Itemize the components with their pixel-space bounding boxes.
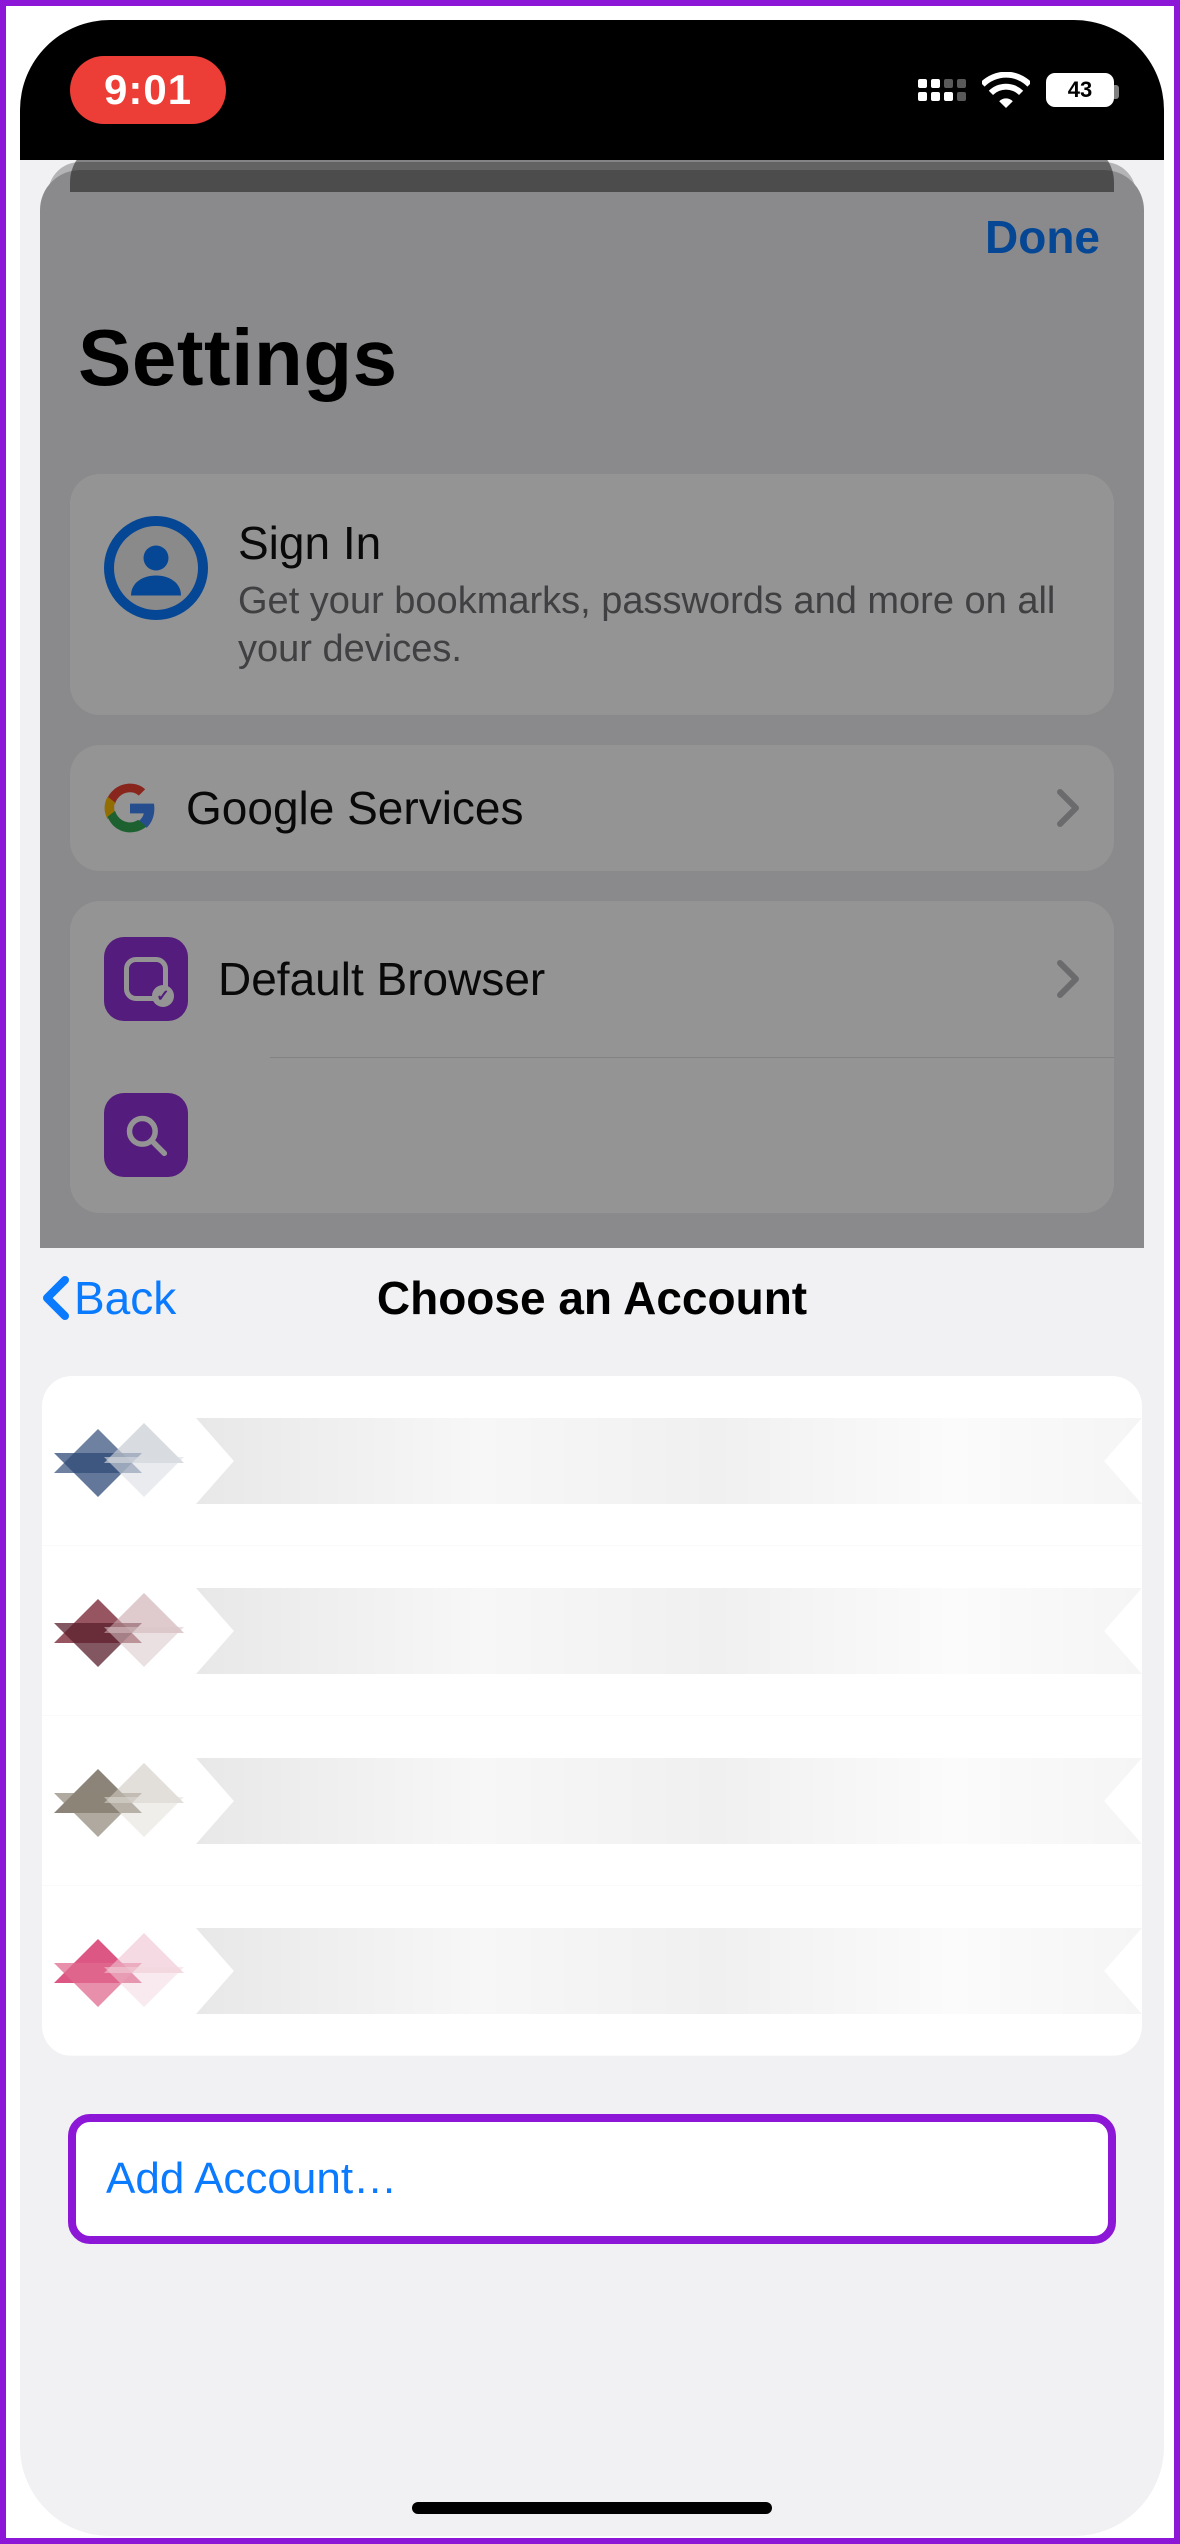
chooser-title: Choose an Account [20,1271,1164,1325]
default-browser-icon: ✓ [104,937,188,1021]
sheet-nav-bar: Back Choose an Account [20,1248,1164,1348]
add-account-button[interactable]: Add Account… [68,2114,1116,2244]
status-right: 43 [918,72,1114,108]
sign-in-card[interactable]: Sign In Get your bookmarks, passwords an… [70,474,1114,715]
search-engine-row[interactable] [70,1057,1114,1213]
done-button[interactable]: Done [985,210,1100,264]
avatar-icon [104,516,208,620]
default-browser-row[interactable]: ✓ Default Browser [70,901,1114,1057]
account-chooser-sheet: Back Choose an Account [20,1248,1164,2536]
back-button[interactable]: Back [20,1271,176,1325]
account-row-redacted[interactable] [42,1716,1142,1886]
accounts-list [42,1376,1142,2056]
wifi-icon [982,72,1030,108]
home-indicator[interactable] [412,2502,772,2514]
account-row-redacted[interactable] [42,1546,1142,1716]
status-bar: 9:01 43 [20,20,1164,160]
chevron-right-icon [1056,788,1080,828]
google-services-row[interactable]: Google Services [70,745,1114,871]
google-services-card: Google Services [70,745,1114,871]
battery-icon: 43 [1046,73,1114,107]
google-services-label: Google Services [186,781,524,835]
annotated-frame: 9:01 43 Done Settings [0,0,1180,2544]
recording-time-pill: 9:01 [70,56,226,124]
sign-in-subtitle: Get your bookmarks, passwords and more o… [238,578,1080,673]
add-account-label: Add Account… [106,2154,397,2203]
chevron-right-icon [1056,959,1080,999]
cellular-signal-icon [918,79,966,101]
default-browser-label: Default Browser [218,952,545,1006]
browser-card: ✓ Default Browser [70,901,1114,1213]
status-time: 9:01 [104,66,192,113]
settings-title: Settings [60,282,1124,444]
account-row-redacted[interactable] [42,1886,1142,2056]
search-engine-icon [104,1093,188,1177]
battery-percent: 43 [1068,77,1092,103]
account-row-redacted[interactable] [42,1376,1142,1546]
phone-screen: 9:01 43 Done Settings [20,20,1164,2536]
back-label: Back [74,1271,176,1325]
sign-in-title: Sign In [238,516,1080,570]
google-icon [104,782,156,834]
